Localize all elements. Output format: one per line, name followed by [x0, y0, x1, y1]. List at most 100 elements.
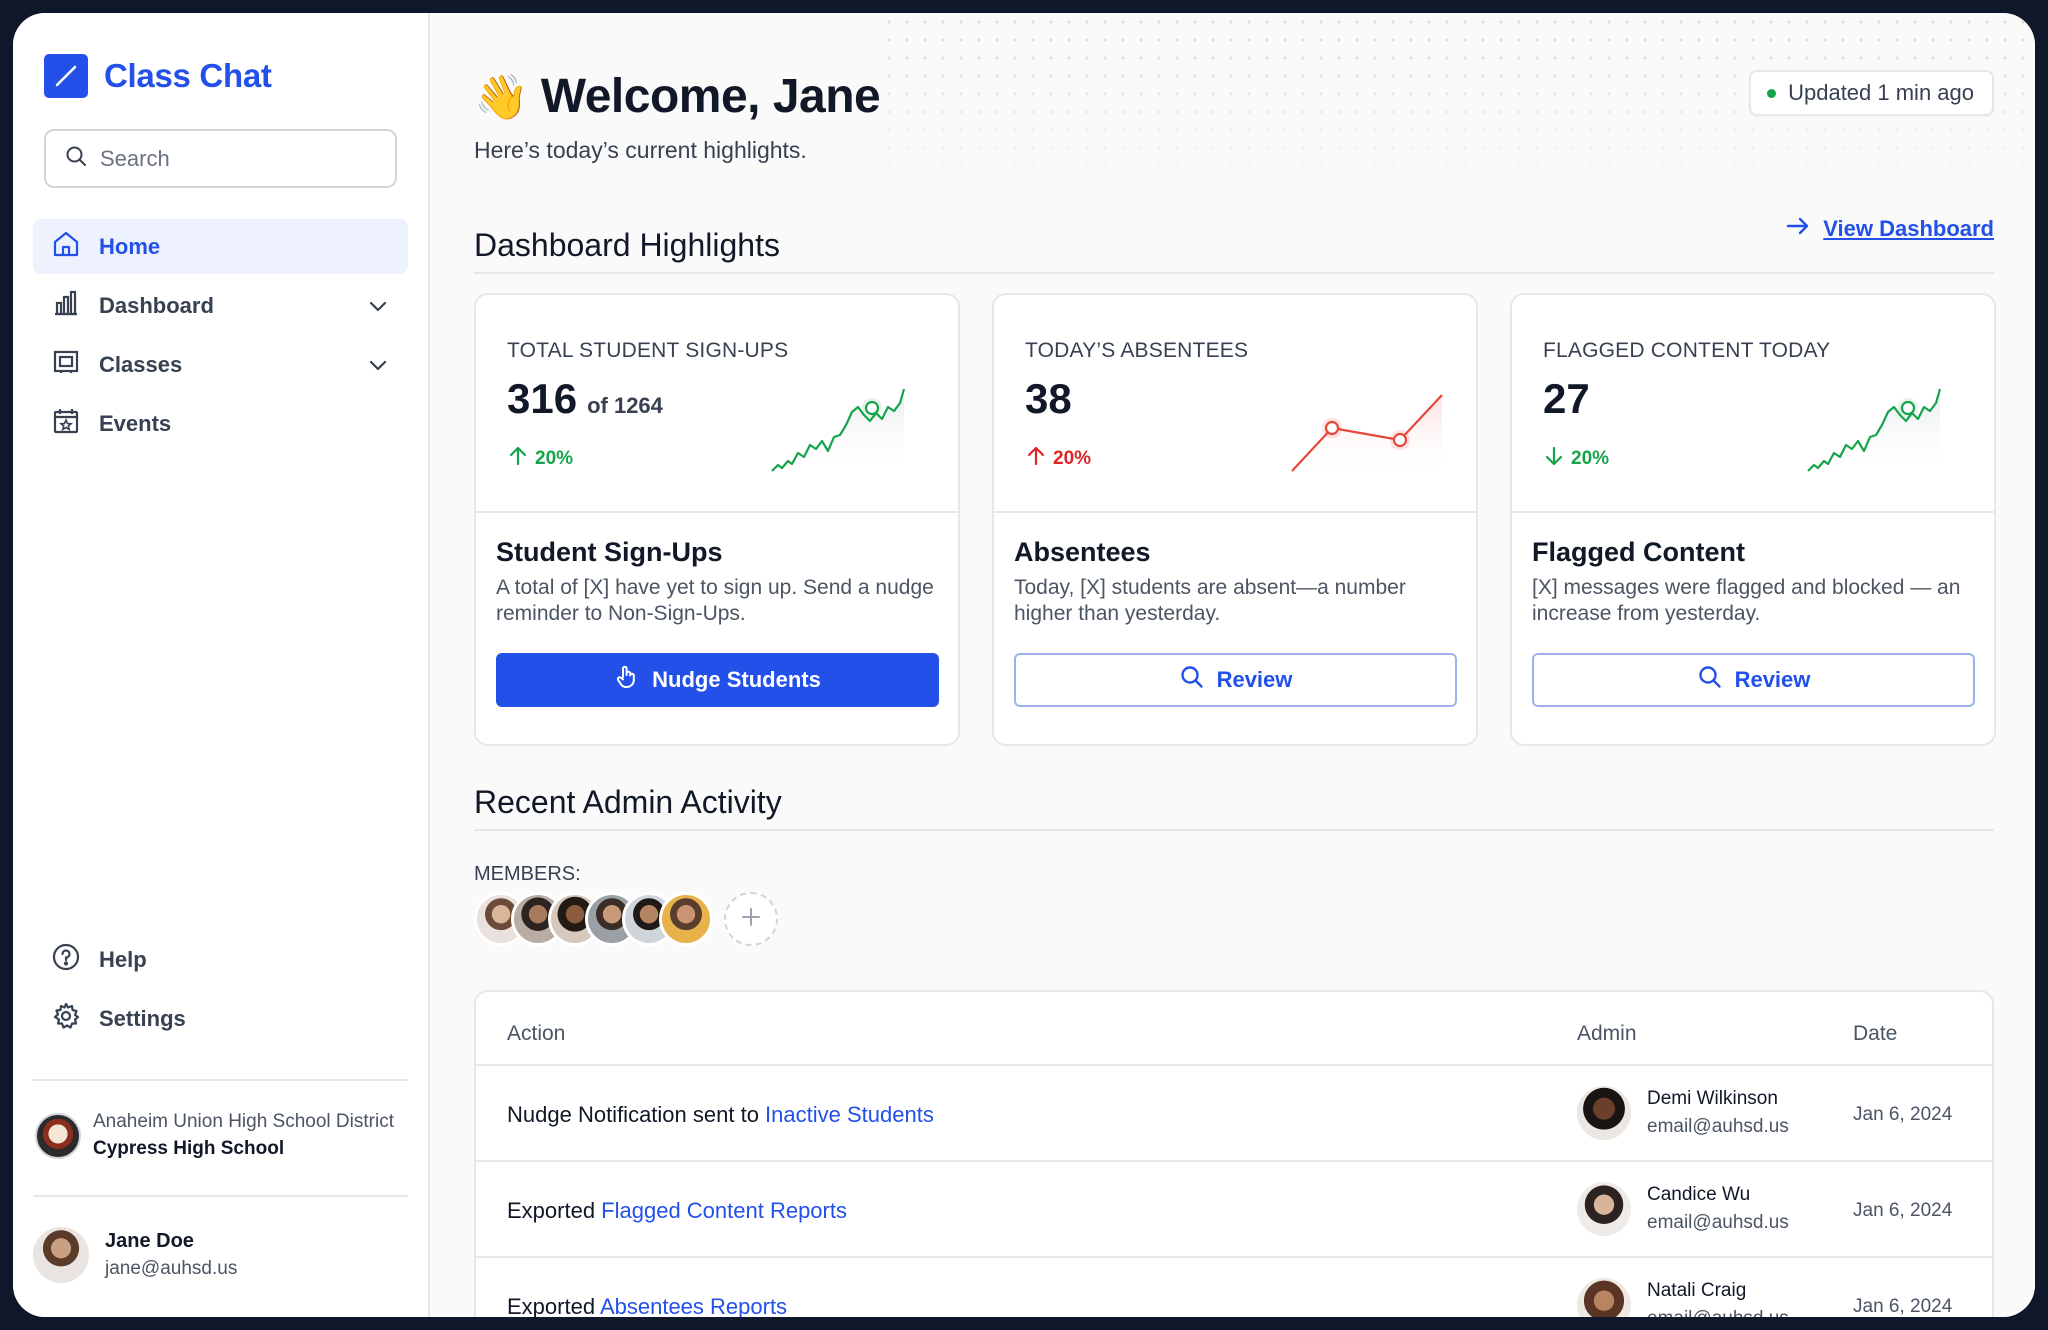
brand[interactable]: Class Chat: [44, 54, 272, 98]
admin-email: email@auhsd.us: [1647, 1116, 1789, 1137]
sparkline-chart: [1291, 394, 1443, 475]
nudge-students-button[interactable]: Nudge Students: [496, 653, 939, 707]
nav-item-home[interactable]: Home: [33, 219, 408, 274]
search-box[interactable]: [44, 129, 397, 188]
admin-name: Natali Craig: [1647, 1280, 1747, 1301]
sidebar-divider: [33, 1195, 408, 1197]
section-title-highlights: Dashboard Highlights: [474, 227, 780, 263]
sparkline-chart: [771, 388, 906, 475]
nav-item-events[interactable]: Events: [33, 396, 408, 451]
section-divider: [474, 272, 1994, 274]
action-cell: Exported Flagged Content Reports: [507, 1198, 847, 1224]
avatar: [1577, 1182, 1631, 1236]
table-row: Nudge Notification sent to Inactive Stud…: [476, 1066, 1992, 1162]
arrow-down-icon: [1543, 445, 1565, 473]
member-avatar[interactable]: [659, 892, 713, 946]
search-icon: [1179, 664, 1205, 696]
card-description: A total of [X] have yet to sign up. Send…: [496, 576, 934, 625]
calendar-star-icon: [51, 406, 81, 442]
bar-chart-icon: [51, 288, 81, 324]
action-cell: Nudge Notification sent to Inactive Stud…: [507, 1102, 934, 1128]
arrow-right-icon: [1785, 213, 1811, 245]
sidebar: Class Chat Home Dashboard: [13, 13, 430, 1317]
action-link[interactable]: Absentees Reports: [600, 1294, 787, 1317]
table-row: Exported Flagged Content Reports Candice…: [476, 1162, 1992, 1258]
admin-name: Candice Wu: [1647, 1184, 1751, 1205]
highlight-card-absentees: TODAY’S ABSENTEES 38 20% Absentees Today…: [992, 293, 1478, 746]
nav-item-help[interactable]: Help: [33, 932, 408, 987]
section-divider: [474, 829, 1994, 831]
plus-icon: [740, 903, 762, 935]
search-input[interactable]: [100, 145, 380, 172]
card-delta-value: 20%: [1571, 448, 1610, 469]
members-label: MEMBERS:: [474, 863, 581, 885]
school-name: Cypress High School: [93, 1138, 285, 1159]
search-icon: [64, 144, 88, 173]
card-title: Flagged Content: [1532, 537, 1745, 567]
search-icon: [1697, 664, 1723, 696]
card-label: FLAGGED CONTENT TODAY: [1543, 339, 1831, 362]
card-delta-value: 20%: [1053, 448, 1092, 469]
sparkline-chart: [1807, 388, 1942, 475]
card-label: TODAY’S ABSENTEES: [1025, 339, 1249, 362]
nav-item-classes[interactable]: Classes: [33, 337, 408, 392]
nav-label: Home: [99, 233, 161, 259]
avatar: [33, 1227, 89, 1283]
nav-label: Dashboard: [99, 292, 214, 318]
admin-name: Demi Wilkinson: [1647, 1088, 1778, 1109]
action-text: Exported: [507, 1294, 600, 1317]
card-value: 38: [1025, 375, 1072, 422]
user-profile[interactable]: Jane Doe jane@auhsd.us: [33, 1227, 237, 1283]
updated-text: Updated 1 min ago: [1788, 80, 1974, 105]
column-header-action[interactable]: Action: [507, 1022, 565, 1046]
date-cell: Jan 6, 2024: [1853, 1104, 1953, 1125]
card-value-total: of 1264: [587, 393, 663, 418]
card-label: TOTAL STUDENT SIGN-UPS: [507, 339, 789, 362]
arrow-up-icon: [1025, 445, 1047, 473]
column-header-admin[interactable]: Admin: [1577, 1022, 1637, 1046]
main-nav: Home Dashboard Classes Events: [33, 219, 408, 455]
date-cell: Jan 6, 2024: [1853, 1296, 1953, 1317]
updated-status-badge: Updated 1 min ago: [1749, 70, 1994, 116]
school-district: Anaheim Union High School District: [93, 1111, 394, 1132]
school-seal-logo: [35, 1112, 81, 1159]
add-member-button[interactable]: [724, 892, 778, 946]
card-delta: 20%: [507, 445, 573, 473]
nav-item-dashboard[interactable]: Dashboard: [33, 278, 408, 333]
welcome-heading: 👋 Welcome, Jane: [474, 69, 881, 124]
arrow-up-icon: [507, 445, 529, 473]
action-link[interactable]: Inactive Students: [765, 1102, 934, 1127]
review-flagged-button[interactable]: Review: [1532, 653, 1975, 707]
admin-activity-table: Action Admin Date Nudge Notification sen…: [474, 990, 1994, 1317]
user-email: jane@auhsd.us: [105, 1258, 238, 1279]
highlight-card-flagged: FLAGGED CONTENT TODAY 27 20% Flagged Con…: [1510, 293, 1996, 746]
gear-icon: [51, 1001, 81, 1037]
admin-cell: Demi Wilkinson email@auhsd.us: [1577, 1086, 1789, 1140]
card-delta: 20%: [1543, 445, 1609, 473]
avatar: [1577, 1278, 1631, 1317]
review-absentees-button[interactable]: Review: [1014, 653, 1457, 707]
card-description: Today, [X] students are absent—a number …: [1014, 576, 1406, 625]
view-dashboard-link[interactable]: View Dashboard: [1785, 213, 1994, 245]
action-link[interactable]: Flagged Content Reports: [601, 1198, 847, 1223]
chevron-down-icon[interactable]: [366, 294, 390, 324]
action-text: Nudge Notification sent to: [507, 1102, 766, 1127]
school-switcher[interactable]: Anaheim Union High School District Cypre…: [35, 1111, 394, 1160]
highlight-card-signups: TOTAL STUDENT SIGN-UPS 316 of 1264 20% S…: [474, 293, 960, 746]
card-title: Absentees: [1014, 537, 1151, 567]
status-dot-icon: [1767, 88, 1777, 98]
table-row: Exported Absentees Reports Natali Craig …: [476, 1258, 1992, 1317]
admin-email: email@auhsd.us: [1647, 1212, 1789, 1233]
nav-label: Help: [99, 946, 147, 972]
card-value: 27: [1543, 375, 1590, 422]
column-header-date[interactable]: Date: [1853, 1022, 1897, 1046]
admin-cell: Natali Craig email@auhsd.us: [1577, 1278, 1789, 1317]
page-title: Welcome, Jane: [540, 70, 881, 123]
members-avatar-group: [474, 892, 778, 946]
chevron-down-icon[interactable]: [366, 353, 390, 383]
card-title: Student Sign-Ups: [496, 537, 723, 567]
nav-item-settings[interactable]: Settings: [33, 991, 408, 1046]
card-description: [X] messages were flagged and blocked — …: [1532, 576, 1961, 625]
card-value: 316: [507, 375, 578, 422]
avatar: [1577, 1086, 1631, 1140]
